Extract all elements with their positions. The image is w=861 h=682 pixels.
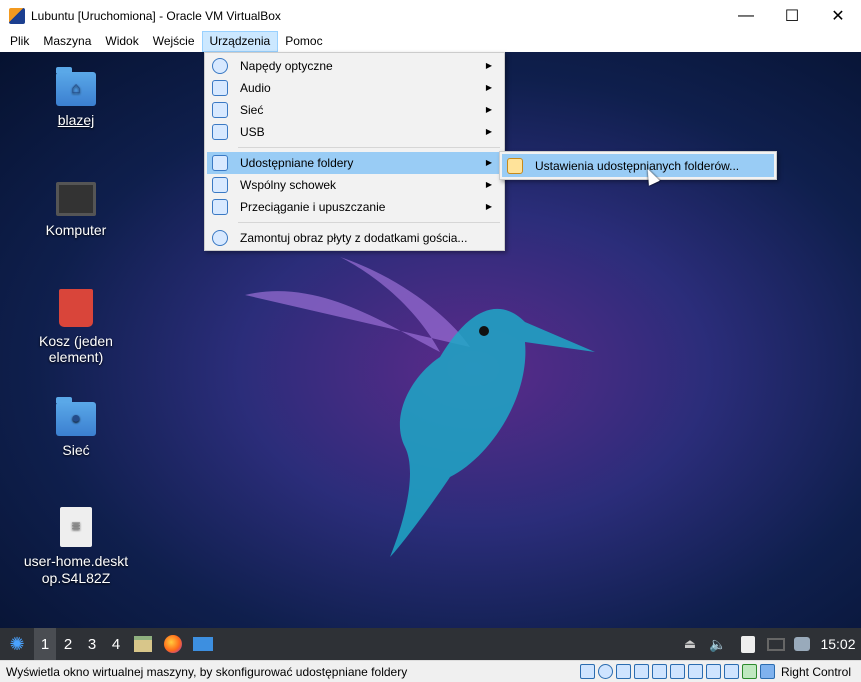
desktop-icon-trash[interactable]: Kosz (jeden element) bbox=[21, 289, 131, 365]
desktop-icon-label: Komputer bbox=[45, 222, 107, 238]
mouse-integration-status-icon[interactable] bbox=[760, 664, 776, 679]
desktop-icon-label: user-home.desktop.S4L82Z bbox=[23, 553, 129, 586]
menu-item-usb[interactable]: USB ▶ bbox=[207, 121, 502, 143]
status-text: Wyświetla okno wirtualnej maszyny, by sk… bbox=[6, 664, 408, 679]
audio-icon bbox=[212, 80, 228, 96]
desktop-icon-label: blazej bbox=[57, 112, 95, 128]
status-bar: Wyświetla okno wirtualnej maszyny, by sk… bbox=[0, 660, 861, 682]
notification-tray-icon[interactable] bbox=[789, 628, 815, 660]
network-folder-icon: ● bbox=[56, 397, 96, 436]
menu-item-optical-drives[interactable]: Napędy optyczne ▶ bbox=[207, 55, 502, 77]
shared-folders-submenu: Ustawienia udostępnianych folderów... bbox=[499, 151, 777, 180]
desktop-icon-user-home-file[interactable]: ≡ user-home.desktop.S4L82Z bbox=[21, 507, 131, 587]
clock[interactable]: 15:02 bbox=[815, 628, 861, 660]
workspace-3[interactable]: 3 bbox=[80, 628, 104, 660]
menu-maszyna[interactable]: Maszyna bbox=[36, 31, 98, 52]
trash-icon bbox=[59, 289, 93, 327]
menu-wejscie[interactable]: Wejście bbox=[146, 31, 202, 52]
network-icon bbox=[212, 102, 228, 118]
audio-status-icon[interactable] bbox=[616, 664, 632, 679]
menu-separator bbox=[238, 222, 500, 223]
vt-status-icon[interactable] bbox=[742, 664, 758, 679]
clipboard-icon bbox=[212, 177, 228, 193]
desktop-icon-home[interactable]: ⌂ blazej bbox=[21, 67, 131, 128]
hard-disk-status-icon[interactable] bbox=[580, 664, 596, 679]
hummingbird-wallpaper-icon bbox=[245, 257, 595, 557]
menu-item-network[interactable]: Sieć ▶ bbox=[207, 99, 502, 121]
virtualbox-app-icon bbox=[9, 7, 25, 24]
submenu-arrow-icon: ▶ bbox=[485, 180, 492, 189]
guest-taskbar: ✺ 1 2 3 4 ⏏ 🔈 15:02 bbox=[0, 628, 861, 660]
menu-urzadzenia[interactable]: Urządzenia bbox=[201, 31, 279, 52]
menu-pomoc[interactable]: Pomoc bbox=[278, 31, 329, 52]
minimize-button[interactable]: — bbox=[723, 0, 769, 31]
recording-status-icon[interactable] bbox=[706, 664, 722, 679]
guest-additions-icon bbox=[212, 230, 228, 246]
firefox-launcher-icon[interactable] bbox=[158, 628, 188, 660]
usb-status-icon[interactable] bbox=[652, 664, 668, 679]
workspace-4[interactable]: 4 bbox=[104, 628, 128, 660]
close-button[interactable]: ✕ bbox=[815, 0, 861, 31]
volume-icon[interactable]: 🔈 bbox=[703, 628, 733, 660]
title-bar: Lubuntu [Uruchomiona] - Oracle VM Virtua… bbox=[0, 0, 861, 31]
virtualbox-window: Lubuntu [Uruchomiona] - Oracle VM Virtua… bbox=[0, 0, 861, 682]
submenu-arrow-icon: ▶ bbox=[485, 105, 492, 114]
host-key-label[interactable]: Right Control bbox=[781, 665, 851, 679]
submenu-arrow-icon: ▶ bbox=[485, 127, 492, 136]
desktop-icon-computer[interactable]: Komputer bbox=[21, 182, 131, 238]
menu-item-shared-clipboard[interactable]: Wspólny schowek ▶ bbox=[207, 174, 502, 196]
optical-disc-icon bbox=[212, 58, 228, 74]
display-tray-icon[interactable] bbox=[763, 628, 789, 660]
shared-folders-status-icon[interactable] bbox=[670, 664, 686, 679]
maximize-button[interactable]: ☐ bbox=[769, 0, 815, 31]
submenu-arrow-icon: ▶ bbox=[485, 61, 492, 70]
menu-item-shared-folders-settings[interactable]: Ustawienia udostępnianych folderów... bbox=[502, 154, 774, 177]
menu-item-drag-and-drop[interactable]: Przeciąganie i upuszczanie ▶ bbox=[207, 196, 502, 218]
workspace-2[interactable]: 2 bbox=[56, 628, 80, 660]
menu-item-shared-folders[interactable]: Udostępniane foldery ▶ bbox=[207, 152, 502, 174]
desktop-icon-network[interactable]: ● Sieć bbox=[21, 397, 131, 458]
menu-item-audio[interactable]: Audio ▶ bbox=[207, 77, 502, 99]
submenu-arrow-icon: ▶ bbox=[485, 83, 492, 92]
eject-icon[interactable]: ⏏ bbox=[677, 628, 703, 660]
show-desktop-icon[interactable] bbox=[188, 628, 218, 660]
home-folder-icon: ⌂ bbox=[56, 67, 96, 106]
start-menu-icon[interactable]: ✺ bbox=[0, 628, 34, 660]
cpu-status-icon[interactable] bbox=[724, 664, 740, 679]
usb-icon bbox=[212, 124, 228, 140]
file-manager-launcher-icon[interactable] bbox=[128, 628, 158, 660]
menu-widok[interactable]: Widok bbox=[98, 31, 145, 52]
submenu-arrow-icon: ▶ bbox=[485, 202, 492, 211]
clipboard-tray-icon[interactable] bbox=[733, 628, 763, 660]
text-file-icon: ≡ bbox=[60, 507, 92, 547]
shared-folder-icon bbox=[212, 155, 228, 171]
submenu-arrow-icon: ▶ bbox=[485, 158, 492, 167]
workspace-1[interactable]: 1 bbox=[34, 628, 56, 660]
window-title: Lubuntu [Uruchomiona] - Oracle VM Virtua… bbox=[31, 8, 281, 23]
menu-item-insert-guest-additions[interactable]: Zamontuj obraz płyty z dodatkami gościa.… bbox=[207, 227, 502, 249]
menu-bar: Plik Maszyna Widok Wejście Urządzenia Po… bbox=[0, 31, 861, 52]
desktop-icon-label: Sieć bbox=[62, 442, 90, 458]
desktop-icon-label: Kosz (jeden element) bbox=[39, 333, 113, 365]
drag-drop-icon bbox=[212, 199, 228, 215]
menu-plik[interactable]: Plik bbox=[3, 31, 36, 52]
shared-folder-settings-icon bbox=[507, 157, 523, 174]
devices-menu: Napędy optyczne ▶ Audio ▶ Sieć ▶ USB ▶ U… bbox=[204, 52, 505, 251]
display-status-icon[interactable] bbox=[688, 664, 704, 679]
optical-drive-status-icon[interactable] bbox=[598, 664, 614, 679]
menu-separator bbox=[238, 147, 500, 148]
computer-icon bbox=[56, 182, 96, 216]
network-status-icon[interactable] bbox=[634, 664, 650, 679]
